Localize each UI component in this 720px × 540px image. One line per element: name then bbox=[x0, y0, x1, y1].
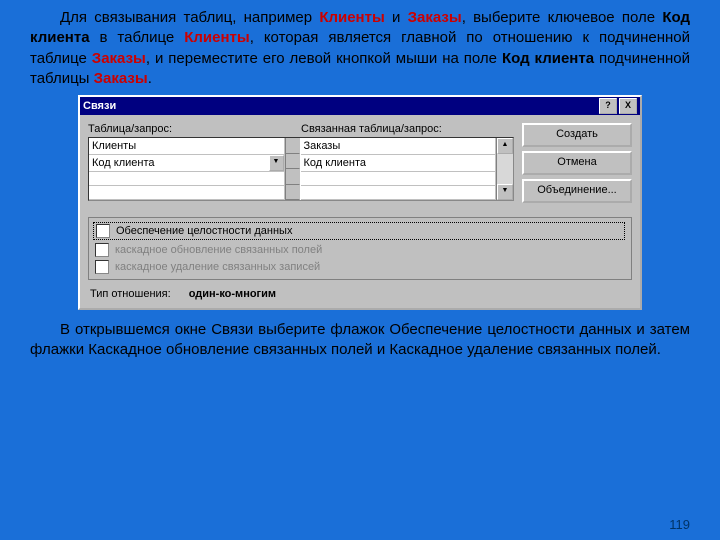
cancel-button[interactable]: Отмена bbox=[522, 151, 632, 175]
integrity-label: Обеспечение целостности данных bbox=[116, 225, 292, 237]
right-table-combo[interactable]: Заказы bbox=[301, 138, 497, 155]
scroll-down-icon[interactable]: ▼ bbox=[497, 184, 513, 200]
create-button[interactable]: Создать bbox=[522, 123, 632, 147]
close-button[interactable]: X bbox=[619, 98, 637, 114]
integrity-checkbox[interactable] bbox=[96, 224, 110, 238]
grid-empty[interactable] bbox=[301, 186, 497, 200]
cascade-update-checkbox bbox=[95, 243, 109, 257]
field-grid: Клиенты Код клиента▼ Заказы Код клиента … bbox=[88, 137, 514, 201]
left-table-label: Таблица/запрос: bbox=[88, 123, 301, 135]
hl-orders: Заказы bbox=[408, 9, 462, 26]
closing-paragraph: В открывшемся окне Связи выберите флажок… bbox=[0, 320, 720, 361]
cascade-delete-checkbox bbox=[95, 260, 109, 274]
page-number: 119 bbox=[669, 517, 690, 532]
grid-empty[interactable] bbox=[89, 186, 285, 200]
cascade-delete-label: каскадное удаление связанных записей bbox=[115, 261, 320, 273]
hl-clients: Клиенты bbox=[319, 9, 384, 26]
dialog-titlebar[interactable]: Связи ? X bbox=[80, 97, 640, 115]
hl-orders2: Заказы bbox=[92, 50, 146, 67]
intro-paragraph: Для связывания таблиц, например Клиенты … bbox=[0, 0, 720, 89]
scroll-up-icon[interactable]: ▲ bbox=[497, 138, 513, 154]
help-button[interactable]: ? bbox=[599, 98, 617, 114]
relation-type-label: Тип отношения: bbox=[90, 288, 171, 300]
right-table-label: Связанная таблица/запрос: bbox=[301, 123, 514, 135]
cascade-delete-row: каскадное удаление связанных записей bbox=[95, 260, 625, 274]
grid-empty[interactable] bbox=[89, 172, 285, 186]
right-field-combo[interactable]: Код клиента bbox=[301, 155, 497, 172]
relationships-dialog: Связи ? X Таблица/запрос: Связанная табл… bbox=[78, 95, 642, 310]
chevron-down-icon[interactable]: ▼ bbox=[269, 155, 284, 171]
hl-clients2: Клиенты bbox=[184, 29, 249, 46]
left-field-combo[interactable]: Код клиента▼ bbox=[89, 155, 285, 172]
relation-type-value: один-ко-многим bbox=[189, 288, 276, 300]
cascade-update-row: каскадное обновление связанных полей bbox=[95, 243, 625, 257]
dialog-title: Связи bbox=[83, 100, 116, 112]
integrity-checkbox-row[interactable]: Обеспечение целостности данных bbox=[93, 222, 625, 240]
left-table-combo[interactable]: Клиенты bbox=[89, 138, 285, 155]
cascade-update-label: каскадное обновление связанных полей bbox=[115, 244, 322, 256]
hl-orders3: Заказы bbox=[94, 70, 148, 87]
hl-clientcode2: Код клиента bbox=[502, 50, 594, 67]
integrity-options: Обеспечение целостности данных каскадное… bbox=[88, 217, 632, 280]
join-button[interactable]: Объединение... bbox=[522, 179, 632, 203]
grid-empty[interactable] bbox=[301, 172, 497, 186]
grid-scrollbar[interactable]: ▲ ▼ bbox=[496, 138, 513, 200]
